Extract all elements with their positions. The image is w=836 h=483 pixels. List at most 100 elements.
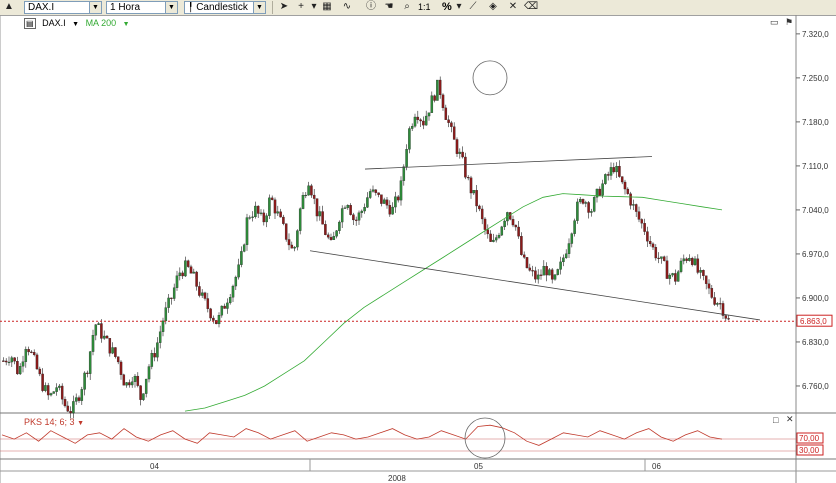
draw-line-icon[interactable]: ⟋: [466, 1, 480, 14]
candle-body: [46, 385, 50, 396]
candle-body: [13, 357, 16, 362]
info-icon[interactable]: ⓘ: [364, 1, 378, 14]
candle-body: [419, 119, 422, 122]
candle-body: [382, 199, 386, 204]
candle-body: [312, 194, 316, 199]
symbol-select[interactable]: DAX.I ▼: [24, 1, 102, 14]
grid-icon[interactable]: ▦: [320, 1, 334, 14]
candle-body: [88, 351, 92, 374]
candle-body: [648, 241, 652, 245]
price-tick-label: 7.110,0: [802, 162, 829, 171]
candle-body: [60, 385, 64, 400]
candle-body: [94, 324, 98, 336]
candle-body: [497, 234, 501, 238]
navigate-up-icon[interactable]: ▲: [2, 1, 16, 14]
candle-body: [394, 196, 397, 208]
candle-body: [472, 190, 476, 194]
candle-body: [366, 197, 369, 208]
candle-body: [500, 226, 504, 236]
candle-body: [637, 211, 641, 220]
candle-body: [234, 276, 238, 287]
candle-body: [329, 237, 333, 240]
candle-body: [601, 183, 604, 196]
candle-body: [682, 258, 686, 262]
candle-body: [195, 271, 198, 287]
candle-body: [357, 212, 361, 221]
candle-body: [284, 223, 288, 240]
candle-body: [716, 303, 719, 305]
candle-body: [713, 297, 716, 305]
candle-body: [119, 361, 123, 375]
candle-body: [550, 269, 554, 280]
zoom-icon[interactable]: ⌕: [400, 1, 414, 14]
chart-type-value: Candlestick: [196, 2, 248, 13]
candle-body: [32, 352, 36, 356]
crosshair-icon[interactable]: +: [294, 1, 308, 14]
chart-toolbar: ▲ DAX.I ▼ 1 Hora ▼ ╿ Candlestick ▼ ➤ + ▾…: [0, 0, 836, 16]
candle-body: [175, 275, 179, 288]
candle-body: [332, 236, 336, 240]
candle-body: [590, 211, 593, 213]
candle-body: [654, 247, 658, 259]
candle-body: [276, 211, 280, 214]
candle-body: [170, 297, 173, 299]
candle-body: [200, 292, 204, 296]
candle-body: [18, 366, 22, 375]
candle-body: [147, 366, 151, 380]
candlestick-series: [2, 76, 730, 419]
candle-body: [41, 373, 44, 391]
candle-body: [483, 218, 487, 230]
candle-body: [279, 211, 282, 218]
pks-circle-annotation[interactable]: [464, 417, 506, 459]
pointer-icon[interactable]: ➤: [277, 1, 291, 14]
candle-body: [44, 385, 47, 391]
price-tick-label: 7.250,0: [802, 74, 829, 83]
candle-body: [290, 244, 294, 249]
candle-body: [186, 260, 190, 267]
zoom-one-button[interactable]: 1:1: [418, 1, 431, 14]
expand-icon[interactable]: ✕: [506, 1, 520, 14]
level-low-label: 30,00: [799, 446, 820, 455]
candle-body: [209, 308, 212, 319]
shape-icon[interactable]: ◈: [486, 1, 500, 14]
candle-body: [646, 231, 649, 242]
candle-body: [100, 323, 103, 339]
candle-body: [10, 357, 14, 363]
candlestick-icon: ╿: [188, 2, 194, 12]
chart-type-select[interactable]: ╿ Candlestick ▼: [184, 1, 266, 14]
candle-body: [503, 220, 506, 228]
candle-body: [66, 405, 70, 412]
candle-body: [270, 197, 274, 200]
candle-body: [408, 128, 411, 150]
indicator-icon[interactable]: ∿: [340, 1, 354, 14]
chart-canvas[interactable]: 7.320,0 7.250,0 7.180,0 7.110,0 7.040,0 6.970…: [0, 15, 836, 483]
candle-body: [657, 257, 660, 259]
candle-body: [371, 189, 375, 192]
timeframe-select[interactable]: 1 Hora ▼: [106, 1, 178, 14]
candle-body: [461, 151, 464, 158]
candle-body: [690, 257, 694, 265]
neckline-upper[interactable]: [364, 156, 653, 170]
percent-button[interactable]: %: [442, 1, 452, 14]
candle-body: [405, 149, 408, 167]
candle-body: [265, 215, 268, 223]
chevron-down-icon[interactable]: ▾: [310, 1, 318, 14]
hand-icon[interactable]: ☚: [382, 1, 396, 14]
candle-body: [296, 230, 299, 248]
candle-body: [228, 297, 232, 304]
candle-body: [710, 288, 714, 298]
candle-body: [380, 194, 383, 204]
peak-circle-annotation[interactable]: [472, 60, 508, 96]
candle-body: [49, 393, 53, 396]
candle-body: [128, 382, 131, 386]
eraser-icon[interactable]: ⌫: [524, 1, 538, 14]
candle-body: [259, 212, 263, 214]
chevron-down-icon[interactable]: ▼: [253, 2, 265, 13]
chevron-down-icon[interactable]: ▼: [89, 2, 101, 13]
candle-body: [450, 122, 453, 127]
candle-body: [282, 216, 285, 224]
candle-body: [97, 323, 100, 325]
candle-body: [531, 270, 534, 272]
chevron-down-icon[interactable]: ▼: [165, 2, 177, 13]
chevron-down-icon[interactable]: ▾: [455, 1, 463, 14]
